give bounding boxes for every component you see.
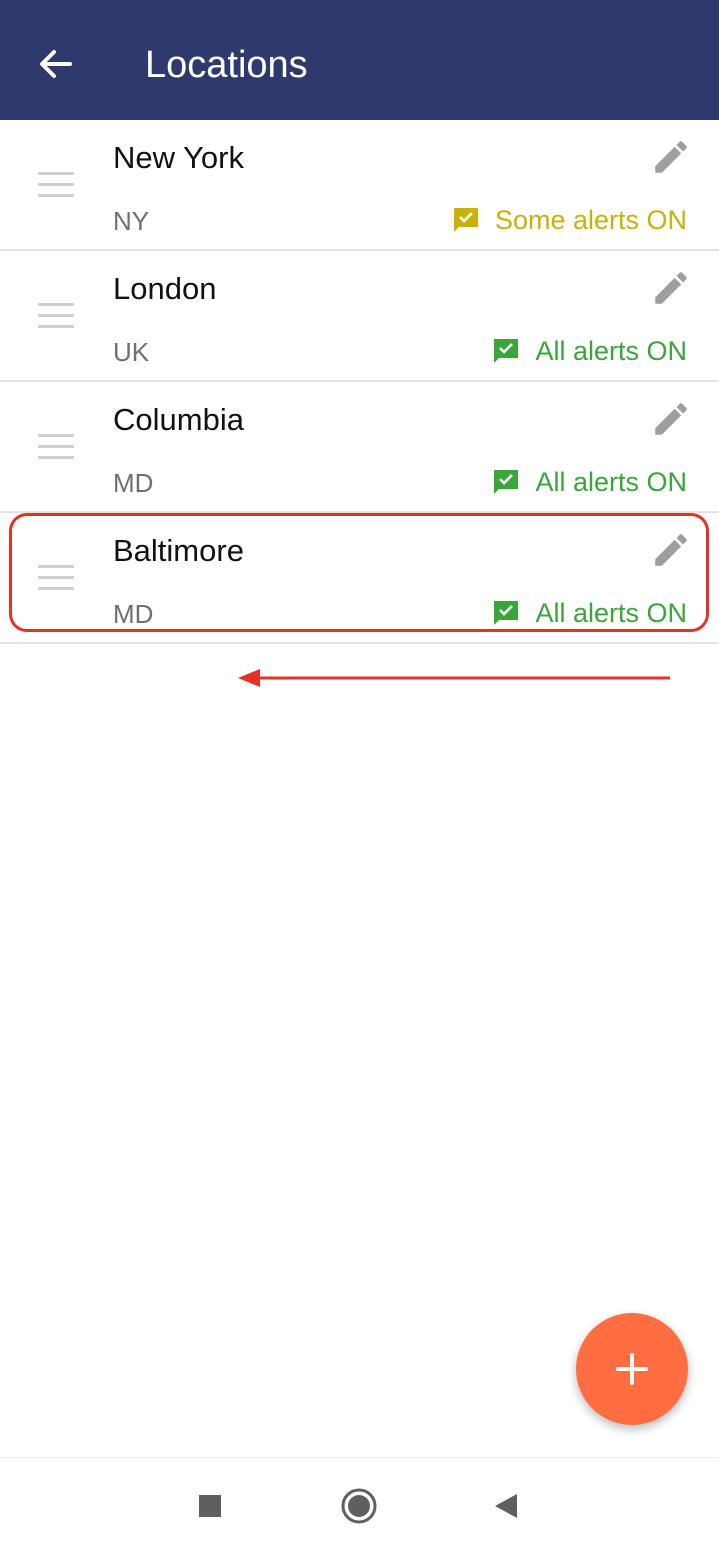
alert-status: All alerts ON (493, 333, 687, 369)
location-row-columbia[interactable]: Columbia MD All alerts ON (0, 382, 719, 513)
location-region: MD (113, 468, 154, 498)
system-nav-bar (0, 1457, 719, 1554)
drag-handle-icon[interactable] (38, 172, 74, 198)
home-circle-icon (341, 1488, 377, 1524)
edit-button[interactable] (650, 136, 692, 178)
pencil-icon (655, 272, 687, 304)
plus-icon (616, 1353, 648, 1385)
recents-square-icon (199, 1495, 221, 1517)
drag-handle-icon[interactable] (38, 434, 74, 460)
app-bar: Locations (0, 0, 719, 120)
drag-handle-icon[interactable] (38, 303, 74, 329)
location-region: NY (113, 206, 150, 236)
location-name: New York (113, 140, 244, 175)
annotation-highlight-box (9, 513, 709, 632)
alert-status: All alerts ON (493, 464, 687, 500)
location-name: London (113, 271, 217, 306)
pencil-icon (655, 141, 687, 173)
alert-check-icon (494, 470, 519, 494)
pencil-icon (655, 403, 687, 435)
annotation-swipe-arrow (238, 669, 670, 687)
system-back-button[interactable] (487, 1486, 527, 1526)
alert-status-label: Some alerts ON (494, 204, 687, 235)
location-row-london[interactable]: London UK All alerts ON (0, 251, 719, 382)
alert-status-label: All alerts ON (535, 335, 687, 366)
location-row-new-york[interactable]: New York NY Some alerts ON (0, 120, 719, 251)
edit-button[interactable] (650, 267, 692, 309)
alert-status-label: All alerts ON (535, 466, 687, 497)
alert-status: Some alerts ON (453, 202, 687, 238)
back-triangle-icon (495, 1494, 517, 1518)
recents-button[interactable] (190, 1486, 230, 1526)
location-region: UK (113, 337, 150, 367)
add-location-button[interactable] (576, 1313, 688, 1425)
location-name: Columbia (113, 402, 244, 437)
edit-button[interactable] (650, 398, 692, 440)
home-button[interactable] (339, 1486, 379, 1526)
alert-check-icon (494, 339, 519, 363)
page-title: Locations (145, 44, 308, 86)
alert-check-icon (453, 208, 478, 232)
back-button[interactable] (36, 44, 76, 84)
arrow-left-icon (40, 50, 72, 78)
